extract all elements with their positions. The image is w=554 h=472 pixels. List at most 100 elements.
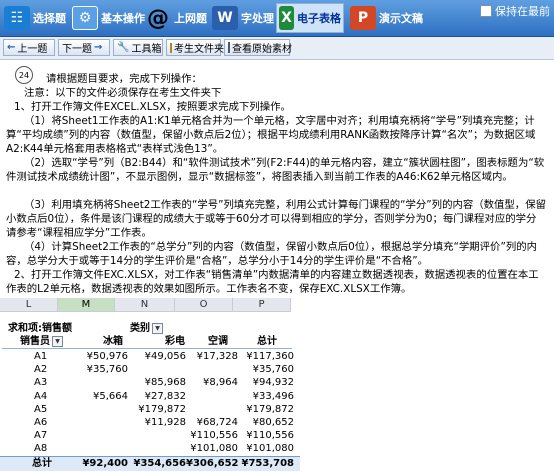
internet-at-icon: @ <box>147 5 169 31</box>
choice-question-button[interactable]: ☷ 选择题 <box>4 3 66 33</box>
pivot-value-cell <box>60 442 128 455</box>
pivot-total-row: 总计 ¥92,400 ¥354,656 ¥306,652 ¥753,708 <box>0 456 300 471</box>
row-salesperson: A7 <box>34 430 48 442</box>
pivot-value-cell: ¥27,832 <box>144 390 186 402</box>
column-header-n: N <box>115 298 175 312</box>
keep-on-top-label: 保持在最前 <box>495 5 550 18</box>
basic-operation-button[interactable]: ⚙ 基本操作 <box>72 3 145 33</box>
pivot-value-cell <box>128 363 186 376</box>
row-salesperson: A6 <box>34 417 48 428</box>
pivot-value-cell: ¥179,872 <box>246 403 294 415</box>
presentation-button[interactable]: P 演示文稿 <box>350 3 423 33</box>
question-part-1: 1、打开工作簿文件EXCEL.XLSX，按照要求完成下列操作。 <box>14 101 291 113</box>
question-part-1-2: （2）选取“学号”列（B2:B44）和“软件测试技术”列(F2:F44)的单元格… <box>6 157 545 183</box>
column-header-p: P <box>233 298 291 312</box>
arrow-right-icon: → <box>94 42 103 53</box>
pivot-value-cell: ¥33,496 <box>252 390 294 402</box>
pivot-value-cell: ¥101,080 <box>246 443 294 455</box>
pivot-value-cell: ¥8,964 <box>203 377 238 389</box>
row-salesperson: A4 <box>34 390 48 402</box>
pivot-table-image: L M N O P 求和项:销售额 类别 ▼ 销售员 ▼ 冰箱 彩电 空调 总计 A… <box>0 298 304 472</box>
pivot-value-cell: ¥35,760 <box>252 364 294 376</box>
pivot-value-cell <box>60 376 128 389</box>
pivot-value-cell <box>128 429 186 442</box>
toolbox-icon: 🔧 <box>117 42 130 53</box>
pivot-value-cell <box>186 403 238 416</box>
exam-folder-label: 考生文件夹 <box>174 44 224 55</box>
question-part-1-4: （4）计算Sheet2工作表的“总学分”列的内容（数值型，保留小数点后0位），根… <box>6 241 537 267</box>
prev-question-button[interactable]: ← 上一题 <box>3 39 55 56</box>
question-intro: 请根据题目要求，完成下列操作： <box>46 73 202 85</box>
question-part-1-1: （1）将Sheet1工作表的A1:K1单元格合并为一个单元格，文字居中对齐；利用… <box>6 115 536 155</box>
basic-operation-label: 基本操作 <box>101 12 145 25</box>
pivot-value-cell <box>186 363 238 376</box>
basic-op-icon: ⚙ <box>72 6 98 30</box>
row-salesperson: A2 <box>34 364 48 376</box>
pivot-value-cell: ¥80,652 <box>252 417 294 428</box>
total-fridge: ¥92,400 <box>82 458 128 469</box>
column-header-l: L <box>0 298 58 312</box>
question-part-1-3: （3）利用填充柄将Sheet2工作表的“学号”列填充完整，利用公式计算每门课程的… <box>6 199 546 239</box>
total-label: 总计 <box>32 458 52 469</box>
pivot-value-cell: ¥117,360 <box>246 351 294 362</box>
view-source-button[interactable]: 查看原始素材 <box>224 39 292 56</box>
choice-icon: ☷ <box>4 6 30 30</box>
pivot-value-cell: ¥17,328 <box>196 351 238 362</box>
pivot-value-cell <box>128 442 186 455</box>
next-label: 下一题 <box>62 44 92 55</box>
total-ac: ¥306,652 <box>186 458 239 469</box>
pivot-value-cell: ¥35,760 <box>86 364 128 376</box>
pivot-value-cell: ¥11,928 <box>144 417 186 428</box>
salesperson-filter-dropdown[interactable]: ▼ <box>52 335 63 347</box>
keep-on-top-checkbox[interactable] <box>480 5 492 17</box>
pivot-value-cell: ¥50,976 <box>86 351 128 362</box>
toolbox-label: 工具箱 <box>131 44 162 55</box>
pivot-category-label: 类别 ▼ <box>130 322 163 335</box>
row-salesperson: A1 <box>34 351 48 362</box>
internet-label: 上网题 <box>174 12 207 25</box>
choice-label: 选择题 <box>33 12 66 25</box>
pivot-value-cell: ¥110,556 <box>190 430 238 442</box>
navigation-bar: ← 上一题 下一题 → 🔧 工具箱 考生文件夹 查看原始素材 <box>0 37 554 60</box>
total-tv: ¥354,656 <box>133 458 186 469</box>
header-divider <box>2 348 292 349</box>
question-content: 24 请根据题目要求，完成下列操作： 注意：以下的文件必须保存在考生文件夹下 1… <box>0 60 554 472</box>
pivot-value-cell <box>186 390 238 403</box>
row-salesperson: A5 <box>34 403 48 415</box>
internet-question-button[interactable]: @ 上网题 <box>145 3 207 33</box>
prev-label: 上一题 <box>17 44 48 55</box>
pivot-sum-label: 求和项:销售额 <box>8 323 72 334</box>
row-label-text: 销售员 <box>20 336 50 347</box>
presentation-label: 演示文稿 <box>379 12 423 25</box>
pivot-value-cell: ¥85,968 <box>144 377 186 389</box>
total-grand: ¥753,708 <box>241 458 294 469</box>
pivot-value-cell <box>60 416 128 429</box>
col-header-total: 总计 <box>257 336 277 347</box>
pivot-row-label: 销售员 ▼ <box>20 335 63 348</box>
category-filter-dropdown[interactable]: ▼ <box>152 322 163 334</box>
question-note: 注意：以下的文件必须保存在考生文件夹下 <box>24 87 222 99</box>
column-header-m: M <box>58 298 115 312</box>
pivot-value-cell: ¥49,056 <box>144 351 186 362</box>
word-label: 字处理 <box>241 12 274 25</box>
word-icon: W <box>212 6 238 30</box>
next-question-button[interactable]: 下一题 → <box>58 39 110 56</box>
excel-icon: X <box>279 6 294 30</box>
question-part-2: 2、打开工作簿文件EXC.XLSX，对工作表“销售清单”内数据清单的内容建立数据… <box>6 269 539 295</box>
pivot-value-cell: ¥94,932 <box>252 377 294 389</box>
col-header-ac: 空调 <box>208 336 228 347</box>
pivot-value-cell: ¥110,556 <box>246 430 294 442</box>
view-source-label: 查看原始素材 <box>232 44 292 55</box>
pivot-value-cell: ¥68,724 <box>196 417 238 428</box>
document-icon <box>228 42 230 53</box>
pivot-value-cell <box>60 403 128 416</box>
keep-on-top-toggle[interactable]: 保持在最前 <box>480 3 550 19</box>
pivot-value-cell: ¥5,664 <box>93 390 128 402</box>
spreadsheet-button[interactable]: X 电子表格 <box>276 3 344 33</box>
exam-folder-button[interactable]: 考生文件夹 <box>166 39 224 56</box>
word-processing-button[interactable]: W 字处理 <box>212 3 274 33</box>
pivot-value-cell: ¥101,080 <box>190 443 238 455</box>
toolbox-button[interactable]: 🔧 工具箱 <box>113 39 163 56</box>
pivot-value-cell <box>60 429 128 442</box>
col-header-fridge: 冰箱 <box>103 336 123 347</box>
